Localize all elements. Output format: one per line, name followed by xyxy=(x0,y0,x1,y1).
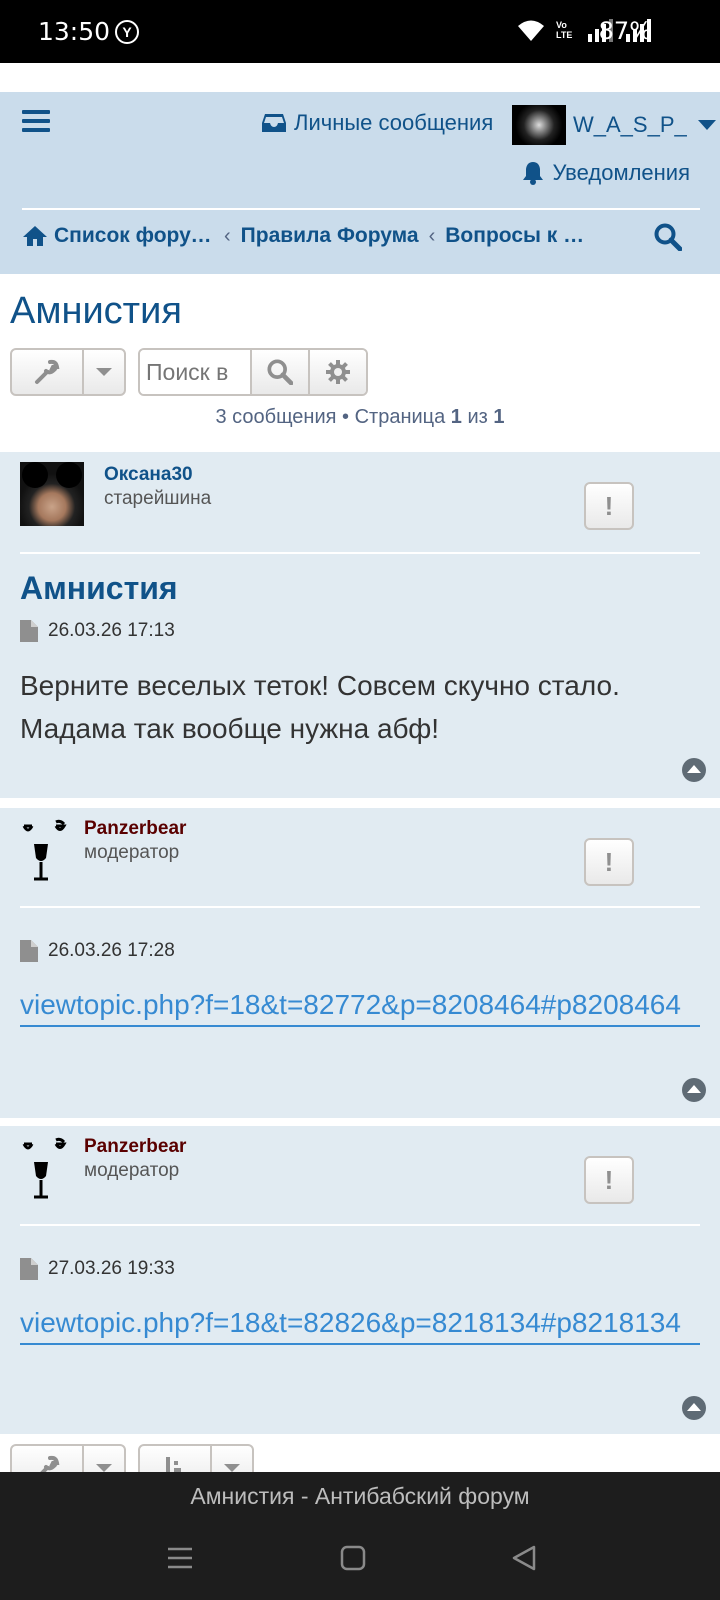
avatar[interactable] xyxy=(20,1136,84,1200)
private-messages-link[interactable]: Личные сообщения xyxy=(262,110,493,136)
post: Оксана30 старейшина ! Амнистия 26.03.26 … xyxy=(0,452,720,798)
report-button[interactable]: ! xyxy=(584,482,634,530)
user-avatar xyxy=(512,105,566,145)
bell-icon xyxy=(523,162,544,185)
post: Panzerbear модератор ! 27.03.26 19:33 vi… xyxy=(0,1126,720,1434)
status-bar: 13:50 Y Vo LTE 87% xyxy=(0,0,720,63)
post-link[interactable]: viewtopic.php?f=18&t=82772&p=8208464#p82… xyxy=(20,984,700,1027)
post-divider xyxy=(20,1224,700,1226)
notifications-link[interactable]: Уведомления xyxy=(522,160,690,186)
post-divider xyxy=(20,906,700,908)
post: Panzerbear модератор ! 26.03.26 17:28 vi… xyxy=(0,808,720,1118)
post-divider xyxy=(20,552,700,554)
breadcrumb-separator: ‹ xyxy=(224,224,231,247)
chevron-down-icon xyxy=(697,120,716,130)
post-date: 27.03.26 19:33 xyxy=(20,1258,175,1280)
header-divider xyxy=(22,208,700,210)
breadcrumb-separator: ‹ xyxy=(428,224,436,247)
breadcrumb-forum-list[interactable]: Список форум... xyxy=(54,224,214,248)
topic-toolbar xyxy=(10,348,368,396)
topic-search-input[interactable] xyxy=(140,350,250,394)
forum-header: Личные сообщения W_A_S_P_ Уведомления Сп… xyxy=(0,92,720,274)
private-messages-label: Личные сообщения xyxy=(294,110,494,135)
avatar[interactable] xyxy=(20,462,84,526)
recent-apps-icon[interactable] xyxy=(166,1544,194,1572)
system-navigation-bar xyxy=(0,1520,720,1600)
back-to-top-icon[interactable] xyxy=(682,1396,706,1420)
post-title[interactable]: Амнистия xyxy=(20,570,178,607)
file-icon[interactable] xyxy=(20,940,38,962)
browser-page-title: Амнистия - Антибабский форум xyxy=(0,1472,720,1520)
search-icon[interactable] xyxy=(654,223,682,251)
breadcrumb: Список форум... ‹ Правила Форума ‹ Вопро… xyxy=(22,218,595,254)
post-link[interactable]: viewtopic.php?f=18&t=82826&p=8218134#p82… xyxy=(20,1302,700,1345)
post-date: 26.03.26 17:13 xyxy=(20,620,175,642)
page-title[interactable]: Амнистия xyxy=(10,290,182,333)
breadcrumb-admin-questions[interactable]: Вопросы к ад... xyxy=(445,224,595,248)
volte-icon: Vo LTE xyxy=(556,20,573,40)
status-time: 13:50 xyxy=(38,17,111,46)
post-author[interactable]: Оксана30 xyxy=(104,464,193,486)
pagination-info: 3 сообщения • Страница 1 из 1 xyxy=(215,406,505,428)
avatar[interactable] xyxy=(20,818,84,882)
wrench-icon[interactable] xyxy=(12,350,84,394)
breadcrumb-forum-rules[interactable]: Правила Форума xyxy=(241,224,419,248)
inbox-icon xyxy=(262,114,286,132)
back-icon[interactable] xyxy=(510,1544,538,1572)
home-button-icon[interactable] xyxy=(339,1544,367,1572)
file-icon[interactable] xyxy=(20,620,38,642)
home-icon[interactable] xyxy=(22,225,48,247)
back-to-top-icon[interactable] xyxy=(682,758,706,782)
user-menu[interactable]: W_A_S_P_ xyxy=(512,105,716,145)
username: W_A_S_P_ xyxy=(573,112,687,137)
menu-icon[interactable] xyxy=(22,110,50,134)
post-author[interactable]: Panzerbear xyxy=(84,1136,186,1158)
post-author[interactable]: Panzerbear xyxy=(84,818,186,840)
gear-icon xyxy=(326,360,350,384)
notifications-label: Уведомления xyxy=(552,160,690,185)
topic-tools-button[interactable] xyxy=(10,348,126,396)
wifi-icon xyxy=(518,20,544,41)
topic-search xyxy=(138,348,368,396)
report-button[interactable]: ! xyxy=(584,1156,634,1204)
search-icon xyxy=(267,359,293,385)
post-author-rank: модератор xyxy=(84,842,180,863)
post-date: 26.03.26 17:28 xyxy=(20,940,175,962)
file-icon[interactable] xyxy=(20,1258,38,1280)
back-to-top-icon[interactable] xyxy=(682,1078,706,1102)
chevron-down-icon[interactable] xyxy=(84,350,124,394)
battery-level: 87% xyxy=(598,17,652,45)
search-button[interactable] xyxy=(250,350,308,394)
advanced-search-button[interactable] xyxy=(308,350,366,394)
yandex-icon: Y xyxy=(115,20,139,44)
report-button[interactable]: ! xyxy=(584,838,634,886)
post-content: Верните веселых теток! Совсем скучно ста… xyxy=(20,670,620,744)
post-author-rank: старейшина xyxy=(104,488,212,509)
post-author-rank: модератор xyxy=(84,1160,180,1181)
